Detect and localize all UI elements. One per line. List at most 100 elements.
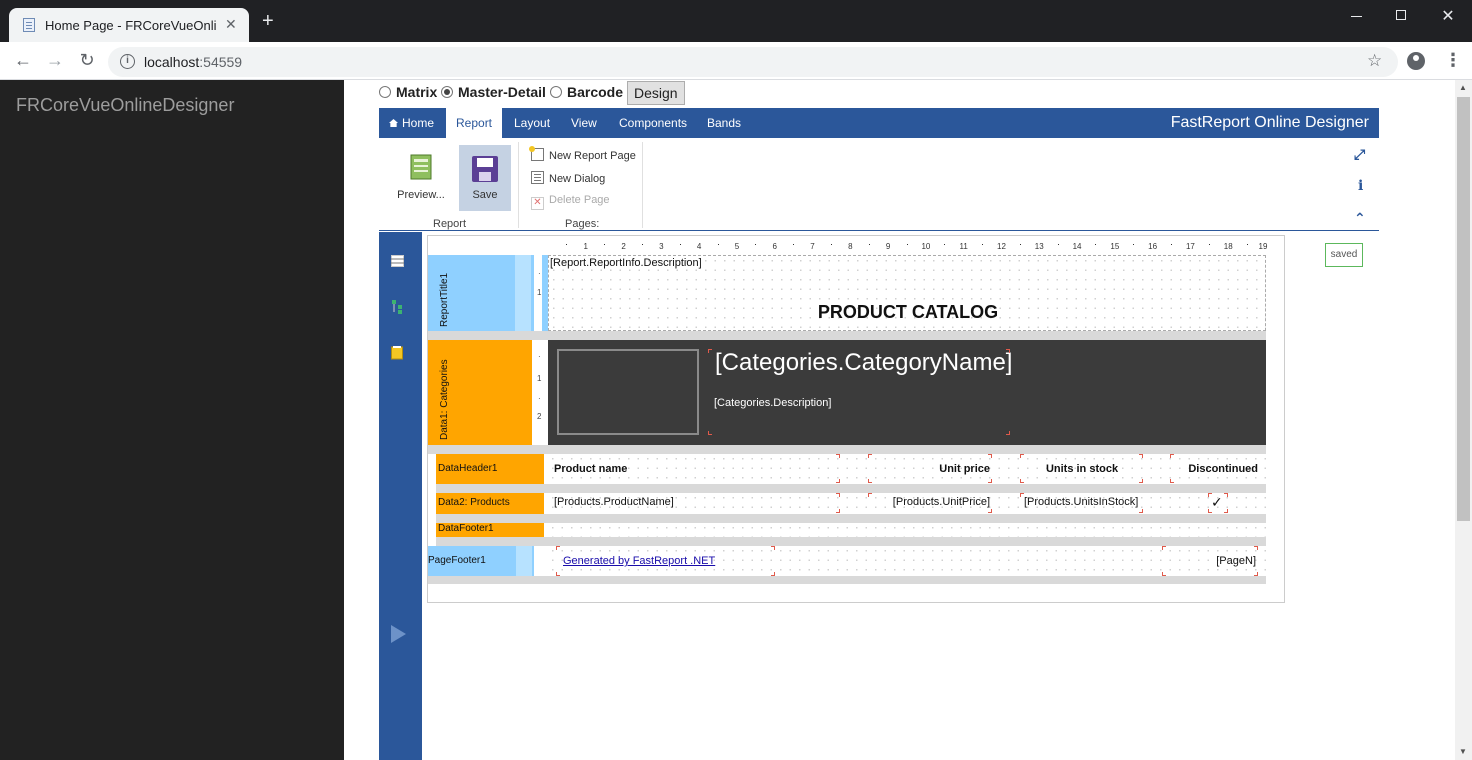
report-tree-icon[interactable]	[391, 300, 405, 314]
app-sidebar: FRCoreVueOnlineDesigner	[0, 80, 344, 760]
ruler-dot	[1246, 244, 1248, 245]
browser-menu-icon[interactable]: ⋮	[1444, 50, 1462, 71]
tab-components[interactable]: Components	[609, 108, 697, 138]
radio-barcode[interactable]: Barcode	[550, 84, 623, 100]
save-button[interactable]: Save	[459, 145, 511, 211]
products-band[interactable]: [Products.ProductName] [Products.UnitPri…	[548, 493, 1266, 514]
url-text[interactable]: localhost:54559	[144, 54, 242, 70]
band-vertical-ruler: · 1 · 2	[532, 340, 548, 445]
tab-bands[interactable]: Bands	[697, 108, 751, 138]
header-unit-price[interactable]: Unit price	[870, 463, 990, 475]
generated-by-link[interactable]: Generated by FastReport .NET	[563, 555, 715, 567]
category-picture-placeholder[interactable]	[557, 349, 699, 435]
discontinued-checkbox[interactable]: ✓	[1211, 494, 1223, 511]
band-label-data-header[interactable]: DataHeader1	[428, 454, 544, 484]
scrollbar-thumb[interactable]	[1457, 97, 1470, 521]
tab-home[interactable]: Home	[379, 108, 445, 138]
profile-avatar-icon[interactable]	[1407, 52, 1425, 70]
radio-matrix[interactable]: Matrix	[379, 84, 437, 100]
fullscreen-icon[interactable]: ⤢	[1354, 146, 1365, 163]
new-report-page-button[interactable]: New Report Page	[529, 146, 636, 162]
data-footer-band[interactable]	[548, 523, 1266, 537]
scroll-down-icon[interactable]: ▼	[1459, 747, 1467, 756]
radio-master-detail-circle[interactable]	[441, 86, 453, 98]
unit-price-field[interactable]: [Products.UnitPrice]	[870, 496, 990, 508]
ruler-dot	[982, 244, 984, 245]
band-side-strip	[516, 546, 532, 576]
site-info-icon[interactable]: i	[120, 54, 135, 69]
band-gap	[436, 514, 1266, 523]
properties-notebook-icon[interactable]	[391, 346, 405, 360]
product-name-field[interactable]: [Products.ProductName]	[554, 496, 674, 508]
ruler-tick: 15	[1110, 242, 1120, 251]
info-icon[interactable]: i	[1358, 178, 1363, 194]
new-tab-icon[interactable]: +	[262, 11, 274, 31]
vruler-tick: ·	[538, 269, 541, 278]
radio-master-detail[interactable]: Master-Detail	[441, 84, 546, 100]
new-dialog-button[interactable]: New Dialog	[531, 171, 605, 185]
band-gap	[428, 445, 1266, 454]
ruler-tick: 10	[921, 242, 931, 251]
vruler-tick: 1	[537, 288, 542, 297]
ruler-tick: 8	[848, 242, 853, 251]
page-footer-band[interactable]: Generated by FastReport .NET [PageN]	[548, 546, 1266, 576]
header-units-in-stock[interactable]: Units in stock	[1020, 463, 1144, 475]
save-label: Save	[472, 189, 498, 201]
collapse-chevron-up-icon[interactable]: ⌃	[1354, 210, 1366, 227]
categories-band[interactable]: [Categories.CategoryName] [Categories.De…	[548, 340, 1266, 445]
radio-matrix-circle[interactable]	[379, 86, 391, 98]
ruler-tick: 2	[621, 242, 626, 251]
product-catalog-heading[interactable]: PRODUCT CATALOG	[549, 302, 1267, 323]
units-in-stock-field[interactable]: [Products.UnitsInStock]	[1024, 496, 1138, 508]
ruler-dot	[604, 244, 606, 245]
play-icon[interactable]	[389, 624, 409, 644]
band-gap	[436, 537, 1266, 546]
ruler-tick: 11	[959, 242, 968, 251]
header-product-name[interactable]: Product name	[554, 463, 627, 475]
tab-layout[interactable]: Layout	[504, 108, 560, 138]
delete-page-button[interactable]: ✕ Delete Page	[531, 194, 610, 210]
address-bar[interactable]: i localhost:54559 ☆	[108, 47, 1398, 77]
data-header-band[interactable]: Product name Unit price Units in stock D…	[548, 454, 1266, 484]
band-label-categories[interactable]: Data1: Categories	[428, 340, 532, 445]
tab-view[interactable]: View	[561, 108, 607, 138]
designer-tool-strip	[379, 232, 422, 760]
report-description-field[interactable]: [Report.ReportInfo.Description]	[550, 257, 702, 269]
report-page[interactable]: 1 2 3 4 5 6 7 8 9 10 11 12 13 14 15 16 17 18 19 ReportTitl…	[427, 235, 1285, 603]
report-group-label: Report	[433, 218, 467, 230]
band-label-data-footer[interactable]: DataFooter1	[428, 523, 544, 537]
back-arrow-icon[interactable]: ←	[12, 50, 34, 71]
preview-icon	[410, 154, 432, 180]
reload-icon[interactable]: ↻	[76, 50, 98, 71]
home-icon	[389, 119, 398, 127]
radio-barcode-circle[interactable]	[550, 86, 562, 98]
app-brand[interactable]: FRCoreVueOnlineDesigner	[16, 95, 234, 116]
header-discontinued[interactable]: Discontinued	[1170, 463, 1258, 475]
ruler-tick: 16	[1148, 242, 1158, 251]
forward-arrow-icon[interactable]: →	[44, 50, 66, 71]
category-name-field[interactable]: [Categories.CategoryName]	[715, 349, 1012, 377]
preview-button[interactable]: Preview...	[395, 145, 447, 211]
bookmark-star-icon[interactable]: ☆	[1367, 51, 1382, 71]
band-label-products[interactable]: Data2: Products	[428, 493, 544, 514]
ruler-dot	[1133, 244, 1135, 245]
page-number-field[interactable]: [PageN]	[1206, 555, 1256, 567]
category-description-field[interactable]: [Categories.Description]	[714, 397, 831, 409]
design-button[interactable]: Design	[627, 81, 685, 105]
ruler-tick: 4	[696, 242, 702, 251]
tab-close-icon[interactable]: ✕	[225, 16, 237, 33]
window-close-icon[interactable]: ✕	[1436, 6, 1460, 26]
data-table-icon[interactable]	[391, 254, 405, 268]
tab-report[interactable]: Report	[446, 108, 503, 138]
new-page-icon	[529, 146, 544, 161]
ruler-dot	[868, 244, 870, 245]
scroll-up-icon[interactable]: ▲	[1459, 83, 1467, 92]
ruler-tick: 3	[659, 242, 664, 251]
delete-page-icon: ✕	[531, 197, 544, 210]
report-title-band[interactable]: [Report.ReportInfo.Description] PRODUCT …	[548, 255, 1266, 331]
delete-page-label: Delete Page	[549, 194, 610, 206]
browser-tab[interactable]: Home Page - FRCoreVueOnlineD ✕	[9, 8, 249, 42]
band-gap	[436, 484, 1266, 493]
page-scrollbar[interactable]: ▲ ▼	[1455, 80, 1472, 760]
tab-home-label: Home	[402, 116, 435, 130]
